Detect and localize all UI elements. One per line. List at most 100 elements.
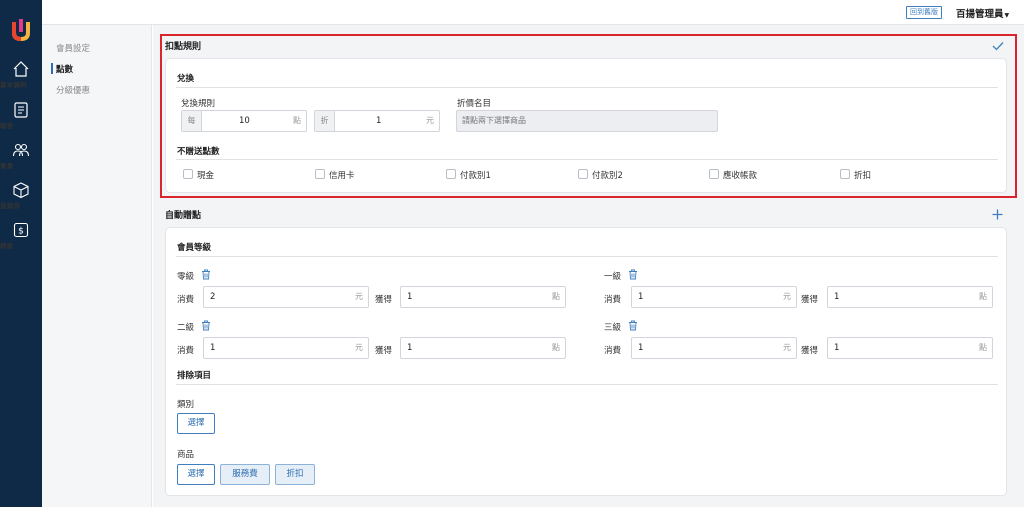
divider [176, 87, 998, 88]
nav-item-inventory[interactable]: 進銷存 [0, 181, 42, 210]
nav-item-label: 基本資料 [0, 81, 28, 89]
level2-spend-input[interactable]: 1 元 [203, 337, 369, 359]
points-per-field[interactable]: 每 10 點 [181, 110, 307, 132]
submenu-item-points[interactable]: 點數 [50, 63, 73, 75]
points-per-value: 10 [239, 116, 250, 126]
level3-earn-input[interactable]: 1 點 [827, 337, 993, 359]
earn-value: 1 [834, 343, 840, 353]
checkbox-label: 應收帳款 [723, 171, 758, 181]
discount-list-label: 折價名目 [457, 99, 492, 109]
content-area: 扣點規則 兌換 兌換規則 每 10 點 折 1 元 折價名目 請點兩下選擇商品 … [153, 25, 1024, 507]
nav-item-label: 進銷存 [0, 202, 21, 210]
left-nav: 基本資料 報表 會員 進銷存 $ 帳款 [0, 0, 42, 507]
checkbox-discount[interactable] [840, 169, 850, 179]
earn-value: 1 [407, 292, 413, 302]
divider [176, 384, 998, 385]
level2-earn-input[interactable]: 1 點 [400, 337, 566, 359]
submenu-item-tier-discount[interactable]: 分級優惠 [56, 84, 90, 96]
level-name: 二級 [177, 323, 195, 333]
checkbox-cash[interactable] [183, 169, 193, 179]
level1-earn-input[interactable]: 1 點 [827, 286, 993, 308]
deduct-card: 兌換 兌換規則 每 10 點 折 1 元 折價名目 請點兩下選擇商品 不贈送點數… [165, 58, 1007, 193]
category-select-button[interactable]: 選擇 [177, 413, 215, 434]
discount-amount-value: 1 [376, 116, 382, 126]
nav-item-money[interactable]: $ 帳款 [0, 221, 42, 250]
trash-icon[interactable] [628, 320, 638, 331]
earn-label: 獲得 [801, 295, 819, 305]
user-name: 百揚管理員 [956, 9, 1004, 20]
nav-item-label: 報表 [0, 122, 14, 130]
points-suffix: 點 [979, 343, 987, 352]
product-tag-service-fee[interactable]: 服務費 [220, 464, 270, 485]
checkbox-credit-card[interactable] [315, 169, 325, 179]
brand-logo-icon[interactable] [10, 18, 32, 42]
add-plus-icon[interactable] [992, 209, 1003, 220]
money-icon: $ [13, 222, 29, 238]
category-label: 類別 [177, 400, 195, 410]
currency-suffix: 元 [783, 292, 791, 301]
inventory-icon [13, 182, 29, 199]
chevron-down-icon: ▼ [1004, 12, 1010, 19]
spend-value: 2 [210, 292, 216, 302]
exclude-title: 排除項目 [177, 371, 212, 381]
back-to-old-version-button[interactable]: 回到舊版 [906, 6, 942, 19]
currency-suffix: 元 [355, 343, 363, 352]
member-level-title: 會員等級 [177, 243, 212, 253]
product-select-button[interactable]: 選擇 [177, 464, 215, 485]
checkbox-label: 信用卡 [329, 171, 355, 181]
checkbox-label: 付款別1 [460, 171, 491, 181]
auto-gift-title: 自動贈點 [165, 211, 202, 221]
sub-menu: 會員設定 點數 分級優惠 [42, 25, 152, 507]
save-check-icon[interactable] [992, 41, 1004, 51]
level-name: 一級 [604, 272, 622, 282]
discount-prefix: 折 [315, 111, 335, 131]
report-icon [14, 102, 28, 118]
trash-icon[interactable] [628, 269, 638, 280]
nav-item-basic[interactable]: 基本資料 [0, 60, 42, 89]
currency-suffix: 元 [355, 292, 363, 301]
nav-item-report[interactable]: 報表 [0, 101, 42, 130]
spend-label: 消費 [604, 295, 622, 305]
checkbox-label: 現金 [197, 171, 215, 181]
checkbox-receivable[interactable] [709, 169, 719, 179]
points-suffix: 點 [979, 292, 987, 301]
discount-amount-field[interactable]: 折 1 元 [314, 110, 440, 132]
exchange-rule-label: 兌換規則 [181, 99, 216, 109]
nav-item-members[interactable]: 會員 [0, 141, 42, 170]
checkbox-label: 折扣 [854, 171, 872, 181]
trash-icon[interactable] [201, 320, 211, 331]
earn-value: 1 [834, 292, 840, 302]
user-menu[interactable]: 百揚管理員▼ [956, 6, 1009, 20]
auto-gift-card: 會員等級 零級 消費 2 元 獲得 1 點 一級 消費 1 元 獲得 1 點 二… [165, 227, 1007, 496]
discount-item-placeholder: 請點兩下選擇商品 [462, 116, 526, 125]
level0-earn-input[interactable]: 1 點 [400, 286, 566, 308]
checkbox-payment-2[interactable] [578, 169, 588, 179]
members-icon [12, 143, 30, 157]
spend-value: 1 [638, 343, 644, 353]
earn-label: 獲得 [375, 346, 393, 356]
currency-suffix: 元 [426, 116, 434, 125]
submenu-item-member-settings[interactable]: 會員設定 [56, 42, 90, 54]
checkbox-payment-1[interactable] [446, 169, 456, 179]
divider [176, 159, 998, 160]
level0-spend-input[interactable]: 2 元 [203, 286, 369, 308]
earn-label: 獲得 [801, 346, 819, 356]
level3-spend-input[interactable]: 1 元 [631, 337, 797, 359]
nav-item-label: 帳款 [0, 242, 14, 250]
discount-item-field[interactable]: 請點兩下選擇商品 [456, 110, 718, 132]
no-gift-title: 不贈送點數 [177, 147, 220, 157]
spend-label: 消費 [177, 346, 195, 356]
deduct-rule-title: 扣點規則 [165, 42, 202, 52]
earn-label: 獲得 [375, 295, 393, 305]
level-name: 三級 [604, 323, 622, 333]
points-suffix: 點 [552, 292, 560, 301]
home-icon [13, 61, 29, 77]
spend-label: 消費 [177, 295, 195, 305]
product-tag-discount[interactable]: 折扣 [275, 464, 315, 485]
trash-icon[interactable] [201, 269, 211, 280]
nav-item-label: 會員 [0, 162, 14, 170]
exchange-title: 兌換 [177, 74, 195, 84]
spend-label: 消費 [604, 346, 622, 356]
level1-spend-input[interactable]: 1 元 [631, 286, 797, 308]
divider [176, 256, 998, 257]
